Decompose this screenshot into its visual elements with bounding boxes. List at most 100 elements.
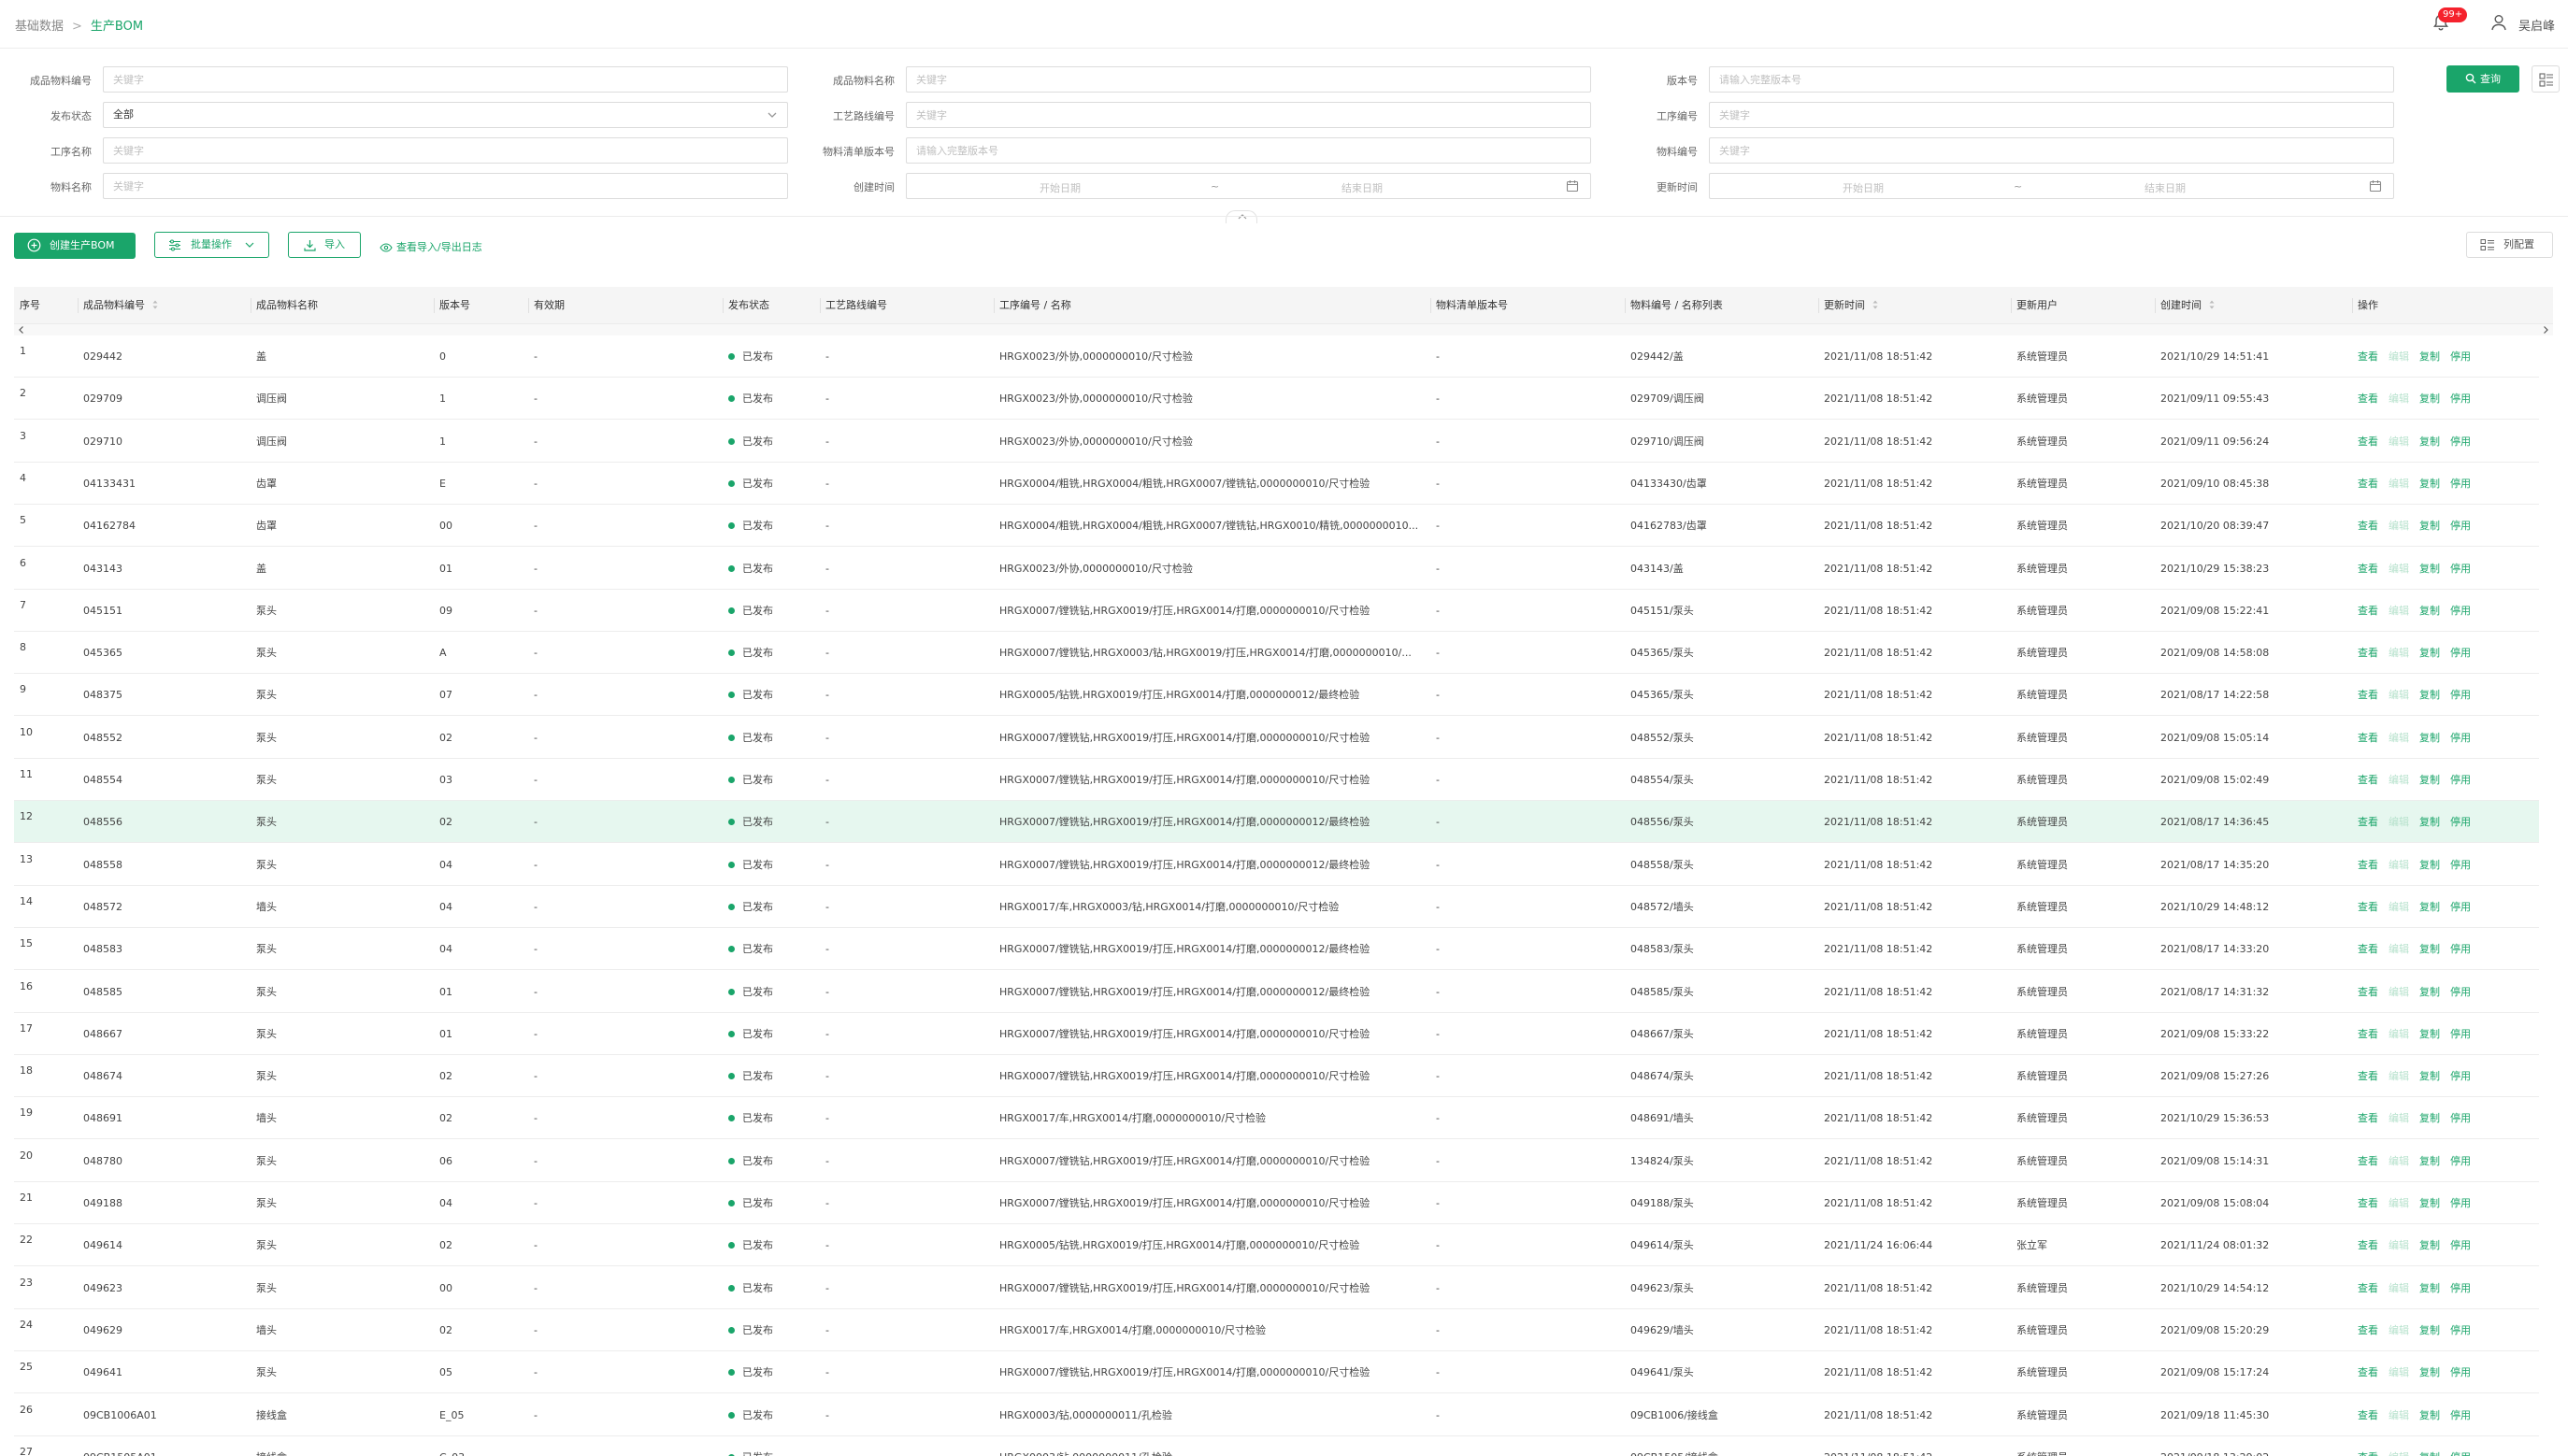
action-copy-link[interactable]: 复制	[2419, 717, 2440, 759]
updated-time-range[interactable]: 开始日期 ~ 结束日期	[1709, 173, 2394, 199]
table-row[interactable]: 1 029442 盖 0 - 已发布 - HRGX0023/外协,0000000010/尺寸检…	[14, 335, 2539, 378]
user-name[interactable]: 吴启峰	[2518, 16, 2555, 34]
sort-icon[interactable]	[2209, 300, 2215, 309]
action-copy-link[interactable]: 复制	[2419, 886, 2440, 928]
column-config-button[interactable]: 列配置	[2466, 232, 2553, 258]
action-copy-link[interactable]: 复制	[2419, 632, 2440, 674]
material-name-input[interactable]	[103, 173, 788, 199]
table-row[interactable]: 24 049629 墙头 02 - 已发布 - HRGX0017/车,HRGX0014/打磨,…	[14, 1308, 2539, 1351]
action-copy-link[interactable]: 复制	[2419, 928, 2440, 970]
action-disable-link[interactable]: 停用	[2450, 844, 2471, 886]
action-copy-link[interactable]: 复制	[2419, 1224, 2440, 1266]
action-copy-link[interactable]: 复制	[2419, 463, 2440, 505]
table-row[interactable]: 5 04162784 齿罩 00 - 已发布 - HRGX0004/粗铣,HRGX0004/粗…	[14, 505, 2539, 548]
action-disable-link[interactable]: 停用	[2450, 548, 2471, 590]
action-copy-link[interactable]: 复制	[2419, 971, 2440, 1013]
batch-operation-button[interactable]: 批量操作	[154, 232, 269, 258]
bom-version-input[interactable]	[906, 137, 1591, 164]
action-disable-link[interactable]: 停用	[2450, 463, 2471, 505]
action-disable-link[interactable]: 停用	[2450, 421, 2471, 463]
query-button[interactable]: 查询	[2446, 65, 2519, 93]
table-row[interactable]: 18 048674 泵头 02 - 已发布 - HRGX0007/镗铣钻,HRGX0019/打…	[14, 1055, 2539, 1098]
table-row[interactable]: 22 049614 泵头 02 - 已发布 - HRGX0005/钻铣,HRGX0019/打压…	[14, 1224, 2539, 1267]
action-disable-link[interactable]: 停用	[2450, 1267, 2471, 1309]
action-copy-link[interactable]: 复制	[2419, 1097, 2440, 1139]
action-copy-link[interactable]: 复制	[2419, 844, 2440, 886]
action-disable-link[interactable]: 停用	[2450, 1182, 2471, 1224]
horizontal-scrollbar[interactable]	[14, 324, 2553, 335]
action-view-link[interactable]: 查看	[2358, 1140, 2378, 1182]
updated-end-date[interactable]: 结束日期	[2145, 180, 2186, 195]
action-disable-link[interactable]: 停用	[2450, 801, 2471, 843]
action-view-link[interactable]: 查看	[2358, 1097, 2378, 1139]
action-copy-link[interactable]: 复制	[2419, 1140, 2440, 1182]
action-copy-link[interactable]: 复制	[2419, 421, 2440, 463]
import-button[interactable]: 导入	[288, 232, 361, 258]
breadcrumb-root[interactable]: 基础数据	[15, 20, 64, 34]
route-code-input[interactable]	[906, 102, 1591, 128]
status-select[interactable]: 全部	[103, 102, 788, 128]
created-end-date[interactable]: 结束日期	[1341, 180, 1383, 195]
action-disable-link[interactable]: 停用	[2450, 717, 2471, 759]
action-disable-link[interactable]: 停用	[2450, 1140, 2471, 1182]
action-copy-link[interactable]: 复制	[2419, 1394, 2440, 1436]
action-view-link[interactable]: 查看	[2358, 548, 2378, 590]
table-row[interactable]: 19 048691 墙头 02 - 已发布 - HRGX0017/车,HRGX0014/打磨,…	[14, 1097, 2539, 1140]
action-copy-link[interactable]: 复制	[2419, 801, 2440, 843]
table-row[interactable]: 8 045365 泵头 A - 已发布 - HRGX0007/镗铣钻,HRGX0003/钻,H…	[14, 632, 2539, 675]
sort-icon[interactable]	[152, 300, 158, 309]
action-view-link[interactable]: 查看	[2358, 674, 2378, 716]
table-row[interactable]: 20 048780 泵头 06 - 已发布 - HRGX0007/镗铣钻,HRGX0019/打…	[14, 1139, 2539, 1182]
sort-icon[interactable]	[1872, 300, 1878, 309]
action-view-link[interactable]: 查看	[2358, 463, 2378, 505]
action-disable-link[interactable]: 停用	[2450, 1013, 2471, 1055]
action-copy-link[interactable]: 复制	[2419, 759, 2440, 801]
action-disable-link[interactable]: 停用	[2450, 1309, 2471, 1351]
table-row[interactable]: 11 048554 泵头 03 - 已发布 - HRGX0007/镗铣钻,HRGX0019/打…	[14, 759, 2539, 801]
action-view-link[interactable]: 查看	[2358, 378, 2378, 420]
action-disable-link[interactable]: 停用	[2450, 886, 2471, 928]
action-view-link[interactable]: 查看	[2358, 505, 2378, 547]
action-view-link[interactable]: 查看	[2358, 928, 2378, 970]
table-row[interactable]: 15 048583 泵头 04 - 已发布 - HRGX0007/镗铣钻,HRGX0019/打…	[14, 928, 2539, 971]
action-copy-link[interactable]: 复制	[2419, 1436, 2440, 1456]
view-import-export-log-link[interactable]: 查看导入/导出日志	[380, 239, 482, 254]
create-bom-button[interactable]: 创建生产BOM	[14, 233, 136, 259]
action-copy-link[interactable]: 复制	[2419, 1351, 2440, 1393]
table-row[interactable]: 12 048556 泵头 02 - 已发布 - HRGX0007/镗铣钻,HRGX0019/打…	[14, 801, 2539, 844]
user-icon[interactable]	[2489, 13, 2508, 32]
action-copy-link[interactable]: 复制	[2419, 1267, 2440, 1309]
table-row[interactable]: 7 045151 泵头 09 - 已发布 - HRGX0007/镗铣钻,HRGX0019/打压…	[14, 589, 2539, 632]
action-disable-link[interactable]: 停用	[2450, 971, 2471, 1013]
action-copy-link[interactable]: 复制	[2419, 505, 2440, 547]
action-disable-link[interactable]: 停用	[2450, 1394, 2471, 1436]
material-code-input[interactable]	[1709, 137, 2394, 164]
action-copy-link[interactable]: 复制	[2419, 548, 2440, 590]
action-view-link[interactable]: 查看	[2358, 801, 2378, 843]
action-copy-link[interactable]: 复制	[2419, 378, 2440, 420]
table-row[interactable]: 2 029709 调压阀 1 - 已发布 - HRGX0023/外协,0000000010/尺…	[14, 378, 2539, 421]
action-copy-link[interactable]: 复制	[2419, 1309, 2440, 1351]
action-view-link[interactable]: 查看	[2358, 1055, 2378, 1097]
table-row[interactable]: 4 04133431 齿罩 E - 已发布 - HRGX0004/粗铣,HRGX0004/粗铣…	[14, 462, 2539, 505]
action-view-link[interactable]: 查看	[2358, 590, 2378, 632]
column-header-updated-time[interactable]: 更新时间	[1818, 287, 2011, 324]
action-copy-link[interactable]: 复制	[2419, 590, 2440, 632]
action-disable-link[interactable]: 停用	[2450, 1097, 2471, 1139]
action-view-link[interactable]: 查看	[2358, 1182, 2378, 1224]
created-start-date[interactable]: 开始日期	[1040, 180, 1081, 195]
process-code-input[interactable]	[1709, 102, 2394, 128]
action-view-link[interactable]: 查看	[2358, 886, 2378, 928]
action-disable-link[interactable]: 停用	[2450, 1224, 2471, 1266]
table-row[interactable]: 14 048572 墙头 04 - 已发布 - HRGX0017/车,HRGX0003/钻,H…	[14, 885, 2539, 928]
process-name-input[interactable]	[103, 137, 788, 164]
table-row[interactable]: 17 048667 泵头 01 - 已发布 - HRGX0007/镗铣钻,HRGX0019/打…	[14, 1012, 2539, 1055]
action-view-link[interactable]: 查看	[2358, 971, 2378, 1013]
filter-collapse-handle[interactable]	[1226, 210, 1257, 223]
scroll-left-icon[interactable]	[17, 325, 26, 335]
table-row[interactable]: 10 048552 泵头 02 - 已发布 - HRGX0007/镗铣钻,HRGX0019/打…	[14, 716, 2539, 759]
action-copy-link[interactable]: 复制	[2419, 674, 2440, 716]
action-disable-link[interactable]: 停用	[2450, 505, 2471, 547]
action-disable-link[interactable]: 停用	[2450, 759, 2471, 801]
action-view-link[interactable]: 查看	[2358, 1309, 2378, 1351]
